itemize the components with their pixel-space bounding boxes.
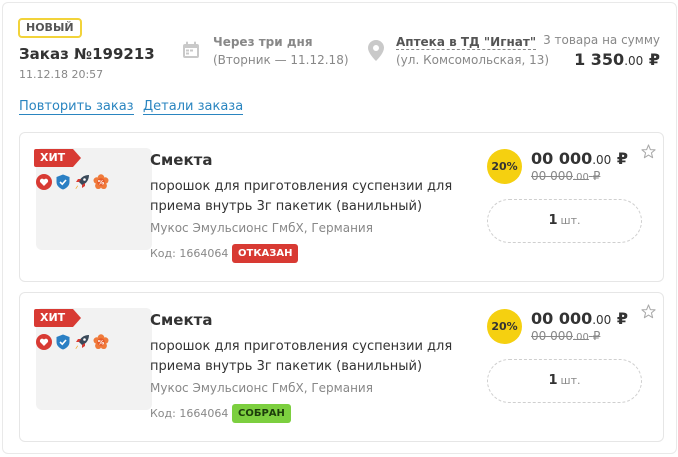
discount-badge: 20% [487,149,522,184]
product-feature-icons: % [36,334,109,350]
total-kop: .00 [624,54,644,68]
product-card: ХИТ % Смекта порошок для приготовления с… [19,292,664,442]
total-label: 3 товара на сумму [543,33,660,47]
order-details-link[interactable]: Детали заказа [143,99,244,115]
product-code: Код: 1664064 [150,247,229,260]
delivery-date: (Вторник — 11.12.18) [213,53,349,67]
star-icon[interactable] [641,144,656,159]
product-name[interactable]: Смекта [150,151,212,169]
heart-icon [36,334,52,350]
discount-flower-icon: % [93,334,109,349]
shield-check-icon [56,174,70,190]
price-currency: ₽ [616,309,629,328]
price-rub: 00 000 [531,149,593,168]
product-price: 00 000.00 ₽ [531,309,628,328]
total-sum: 1 350.00 ₽ [574,50,660,69]
heart-icon [36,174,52,190]
discount-badge: 20% [487,309,522,344]
old-price-currency: ₽ [592,329,601,343]
hit-badge: ХИТ [34,149,82,167]
location-pin-icon [368,40,384,61]
currency-sign: ₽ [648,50,660,69]
product-description: порошок для приготовления суспензии для … [150,339,453,374]
product-name[interactable]: Смекта [150,311,212,329]
old-price-currency: ₽ [592,169,601,183]
shield-check-icon [56,334,70,350]
quantity-value: 1 [548,373,558,388]
product-manufacturer: Мукос Эмульсионс ГмбХ, Германия [150,221,373,235]
rocket-icon [75,175,89,189]
old-price-kop: .00 [573,172,589,183]
pharmacy-link[interactable]: Аптека в ТД "Игнат" [396,35,537,50]
product-feature-icons: % [36,174,109,190]
discount-flower-icon: % [93,174,109,189]
price-rub: 00 000 [531,309,593,328]
price-kop: .00 [592,313,612,327]
product-price: 00 000.00 ₽ [531,149,628,168]
quantity-value: 1 [548,213,558,228]
price-kop: .00 [592,153,612,167]
calendar-icon [183,41,199,58]
quantity-unit: шт. [560,374,581,387]
quantity-unit: шт. [560,214,581,227]
star-icon[interactable] [641,304,656,319]
pharmacy-address: (ул. Комсомольская, 13) [396,53,550,67]
rocket-icon [75,335,89,349]
price-currency: ₽ [616,149,629,168]
order-card: НОВЫЙ Заказ №199213 11.12.18 20:57 Через… [2,2,677,454]
item-status-badge: СОБРАН [232,404,291,423]
order-date: 11.12.18 20:57 [19,68,104,81]
total-rub: 1 350 [574,50,625,69]
quantity-field[interactable]: 1 шт. [487,359,642,403]
delivery-title: Через три дня [213,35,313,49]
quantity-field[interactable]: 1 шт. [487,199,642,243]
product-old-price: 00 000.00 ₽ [531,169,600,183]
old-price-rub: 00 000 [531,329,573,343]
svg-text:%: % [98,338,105,346]
old-price-kop: .00 [573,332,589,343]
old-price-rub: 00 000 [531,169,573,183]
status-badge-new: НОВЫЙ [18,18,82,38]
repeat-order-link[interactable]: Повторить заказ [19,99,134,115]
product-manufacturer: Мукос Эмульсионс ГмбХ, Германия [150,381,373,395]
hit-badge: ХИТ [34,309,82,327]
product-code: Код: 1664064 [150,407,229,420]
product-card: ХИТ % Смекта порошок для приготовления с… [19,132,664,282]
svg-text:%: % [98,178,105,186]
product-description: порошок для приготовления суспензии для … [150,179,453,214]
product-old-price: 00 000.00 ₽ [531,329,600,343]
item-status-badge: ОТКАЗАН [232,244,299,263]
order-title: Заказ №199213 [19,45,155,63]
